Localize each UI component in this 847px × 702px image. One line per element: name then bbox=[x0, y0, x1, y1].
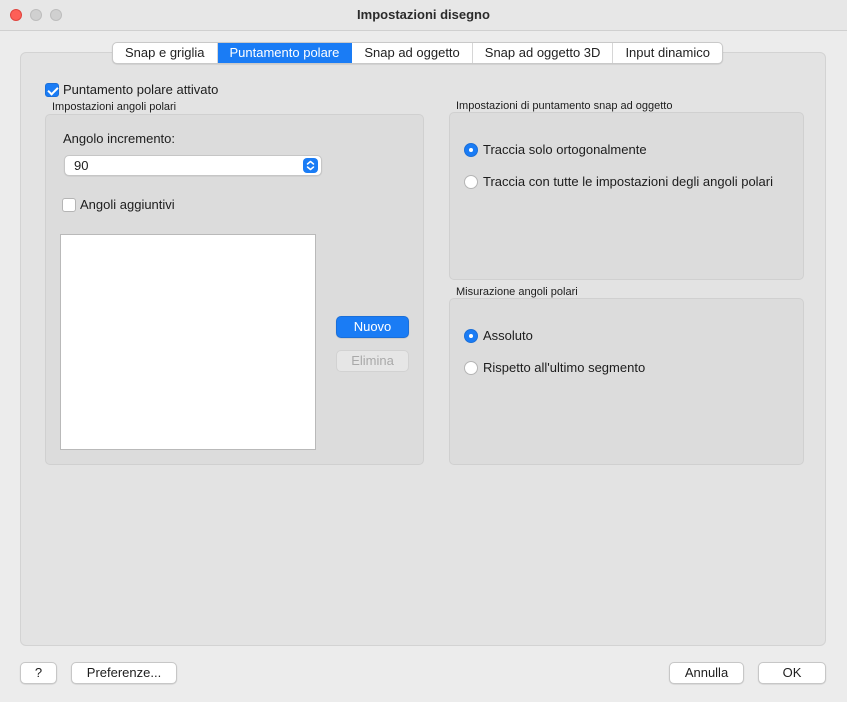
help-button[interactable]: ? bbox=[20, 662, 57, 684]
relative-last-segment-radio[interactable] bbox=[464, 361, 478, 375]
new-angle-button[interactable]: Nuovo bbox=[336, 316, 409, 338]
increment-angle-value: 90 bbox=[74, 158, 89, 173]
preferences-button[interactable]: Preferenze... bbox=[71, 662, 177, 684]
tab-polar-tracking[interactable]: Puntamento polare bbox=[217, 43, 353, 63]
increment-angle-label: Angolo incremento: bbox=[63, 131, 176, 146]
cancel-button[interactable]: Annulla bbox=[669, 662, 744, 684]
ok-button[interactable]: OK bbox=[758, 662, 826, 684]
tab-dynamic-input[interactable]: Input dinamico bbox=[613, 43, 722, 63]
window-title: Impostazioni disegno bbox=[357, 7, 490, 22]
additional-angles-label: Angoli aggiuntivi bbox=[80, 197, 175, 212]
polar-measurement-group bbox=[449, 298, 804, 465]
drawing-settings-dialog: Impostazioni disegno Snap e griglia Punt… bbox=[0, 0, 847, 702]
track-all-polar-label: Traccia con tutte le impostazioni degli … bbox=[483, 174, 774, 189]
relative-last-segment-label: Rispetto all'ultimo segmento bbox=[483, 360, 646, 375]
tab-object-snap-3d[interactable]: Snap ad oggetto 3D bbox=[473, 43, 614, 63]
chevron-up-down-icon bbox=[303, 158, 318, 173]
absolute-label: Assoluto bbox=[483, 328, 533, 343]
tab-snap-grid[interactable]: Snap e griglia bbox=[113, 43, 218, 63]
delete-angle-button: Elimina bbox=[336, 350, 409, 372]
tab-bar: Snap e griglia Puntamento polare Snap ad… bbox=[112, 42, 723, 64]
absolute-radio[interactable] bbox=[464, 329, 478, 343]
osnap-tracking-title: Impostazioni di puntamento snap ad ogget… bbox=[456, 100, 673, 112]
polar-measurement-title: Misurazione angoli polari bbox=[456, 286, 578, 298]
additional-angles-checkbox[interactable] bbox=[62, 198, 76, 212]
track-orthogonal-radio[interactable] bbox=[464, 143, 478, 157]
polar-tracking-enabled-checkbox[interactable] bbox=[45, 83, 59, 97]
polar-tracking-enabled-label: Puntamento polare attivato bbox=[63, 82, 219, 97]
tab-object-snap[interactable]: Snap ad oggetto bbox=[352, 43, 473, 63]
track-orthogonal-label: Traccia solo ortogonalmente bbox=[483, 142, 647, 157]
increment-angle-select[interactable]: 90 bbox=[64, 155, 322, 176]
osnap-tracking-group bbox=[449, 112, 804, 280]
track-all-polar-radio[interactable] bbox=[464, 175, 478, 189]
additional-angles-list[interactable] bbox=[60, 234, 316, 450]
polar-angle-settings-title: Impostazioni angoli polari bbox=[52, 101, 177, 113]
title-bar: Impostazioni disegno bbox=[0, 0, 847, 31]
